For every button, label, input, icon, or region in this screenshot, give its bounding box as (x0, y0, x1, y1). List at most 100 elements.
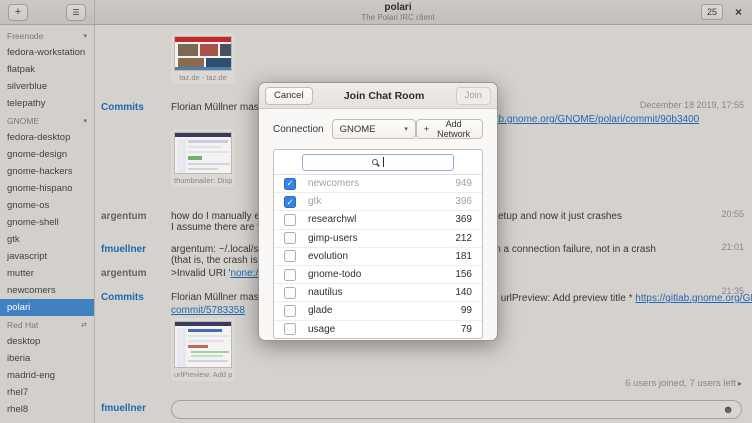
room-row-usage[interactable]: ✓ usage 79 (274, 321, 482, 339)
sidebar-item-gnome-design[interactable]: gnome-design (0, 146, 94, 163)
join-chat-room-dialog: Cancel Join Chat Room Join Connection GN… (258, 82, 498, 341)
message-input[interactable]: ☻ (171, 400, 742, 419)
link-preview-card[interactable]: taz.de - taz.de (171, 33, 235, 84)
room-checkbox[interactable]: ✓ (284, 305, 296, 317)
connection-row: Connection GNOME ▾ + Add Network (273, 119, 483, 139)
room-row-gtk[interactable]: ✓ gtk 396 (274, 193, 482, 211)
sidebar-item-desktop[interactable]: desktop (0, 333, 94, 350)
sidebar-item-fedora-desktop[interactable]: fedora-desktop (0, 129, 94, 146)
room-user-count: 79 (461, 324, 472, 335)
room-checkbox[interactable]: ✓ (284, 178, 296, 190)
sidebar-item-fedora-workstation[interactable]: fedora-workstation (0, 44, 94, 61)
user-count-button[interactable]: 25 (701, 4, 723, 20)
headerbar-left: + ☰ (0, 0, 95, 24)
sidebar-section-gnome[interactable]: GNOME ▾ (0, 112, 94, 129)
room-name: gnome-todo (308, 269, 455, 280)
connection-label: Connection (273, 124, 324, 135)
emoji-icon[interactable]: ☻ (722, 404, 734, 416)
section-label: Red Hat (7, 320, 38, 330)
gitlab-thumbnail-image (174, 321, 232, 368)
room-user-count: 181 (455, 251, 472, 262)
window-subtitle: The Polari IRC client (95, 14, 701, 22)
sidebar-item-madrid-eng[interactable]: madrid-eng (0, 367, 94, 384)
room-checkbox[interactable]: ✓ (284, 323, 296, 335)
link-preview-card[interactable]: thumbnailer: Dispo… (171, 129, 235, 187)
section-label: Freenode (7, 31, 43, 41)
message-nick[interactable]: Commits (101, 102, 167, 113)
message-nick[interactable]: argentum (101, 211, 167, 222)
join-button[interactable]: Join (456, 87, 491, 105)
sidebar-item-silverblue[interactable]: silverblue (0, 78, 94, 95)
chevron-down-icon[interactable]: ▾ (83, 32, 87, 40)
sidebar-item-rhel8[interactable]: rhel8 (0, 401, 94, 418)
chevron-down-icon[interactable]: ▾ (83, 117, 87, 125)
room-sidebar: Freenode ▾ fedora-workstation flatpak si… (0, 25, 95, 423)
chevron-down-icon: ▾ (404, 125, 408, 133)
add-room-button[interactable]: + (8, 4, 28, 21)
room-checkbox[interactable]: ✓ (284, 196, 296, 208)
message-text-prefix: >Invalid URI ' (171, 268, 230, 279)
sidebar-item-gnome-hackers[interactable]: gnome-hackers (0, 163, 94, 180)
sidebar-item-polari[interactable]: polari (0, 299, 94, 316)
commit-link[interactable]: commit/5783358 (171, 305, 245, 316)
room-user-count: 156 (455, 269, 472, 280)
room-checkbox[interactable]: ✓ (284, 287, 296, 299)
room-row-gnome-todo[interactable]: ✓ gnome-todo 156 (274, 266, 482, 284)
own-nick-button[interactable]: fmuellner (101, 403, 146, 414)
room-list-frame: ✓ newcomers 949 ✓ gtk 396 ✓ researchwl 3… (273, 149, 483, 339)
sidebar-item-gnome-os[interactable]: gnome-os (0, 197, 94, 214)
message-timestamp: December 18 2019, 17:55 (640, 100, 744, 110)
sidebar-item-telepathy[interactable]: telepathy (0, 95, 94, 112)
search-input[interactable] (302, 154, 454, 171)
message-text-continued: in a connection failure, not in a crash (493, 244, 656, 255)
message-nick[interactable]: argentum (101, 268, 167, 279)
room-row-nautilus[interactable]: ✓ nautilus 140 (274, 284, 482, 302)
room-row-researchwl[interactable]: ✓ researchwl 369 (274, 211, 482, 229)
room-row-evolution[interactable]: ✓ evolution 181 (274, 248, 482, 266)
menu-button[interactable]: ☰ (66, 4, 86, 21)
sidebar-item-rhel7[interactable]: rhel7 (0, 384, 94, 401)
sidebar-item-iberia[interactable]: iberia (0, 350, 94, 367)
room-name: gtk (308, 196, 455, 207)
sidebar-item-gnome-hispano[interactable]: gnome-hispano (0, 180, 94, 197)
sidebar-item-gtk[interactable]: gtk (0, 231, 94, 248)
plus-icon: + (15, 6, 21, 18)
close-icon[interactable]: × (735, 5, 742, 19)
message-input-row: fmuellner ☻ (96, 398, 752, 422)
room-name: usage (308, 324, 461, 335)
cancel-button[interactable]: Cancel (265, 87, 313, 105)
sidebar-item-flatpak[interactable]: flatpak (0, 61, 94, 78)
commit-link[interactable]: ab.gnome.org/GNOME/polari/commit/90b3400 (493, 114, 699, 125)
network-status-icon: ⇄ (81, 321, 87, 329)
room-checkbox[interactable]: ✓ (284, 269, 296, 281)
room-user-count: 212 (455, 233, 472, 244)
room-row-newcomers[interactable]: ✓ newcomers 949 (274, 175, 482, 193)
sidebar-section-redhat[interactable]: Red Hat ⇄ (0, 316, 94, 333)
message-timestamp: 20:55 (721, 209, 744, 219)
room-user-count: 396 (455, 196, 472, 207)
expander-arrow-icon: ▸ (738, 379, 742, 388)
link-preview-caption: urlPreview: Add pr… (174, 370, 232, 379)
message-nick[interactable]: fmuellner (101, 244, 167, 255)
sidebar-item-javascript[interactable]: javascript (0, 248, 94, 265)
add-network-button[interactable]: + Add Network (416, 119, 483, 139)
room-checkbox[interactable]: ✓ (284, 250, 296, 262)
connection-dropdown[interactable]: GNOME ▾ (332, 119, 416, 139)
room-row-glade[interactable]: ✓ glade 99 (274, 302, 482, 320)
gitlab-link[interactable]: https://gitlab.gnome.org/GNOME/polari/- (635, 293, 752, 304)
check-icon: ✓ (286, 198, 293, 207)
room-row-gimp-users[interactable]: ✓ gimp-users 212 (274, 230, 482, 248)
room-user-count: 140 (455, 287, 472, 298)
message-nick[interactable]: Commits (101, 292, 167, 303)
hamburger-icon: ☰ (72, 8, 79, 17)
user-activity-status[interactable]: 6 users joined, 7 users left▸ (625, 378, 742, 389)
sidebar-item-mutter[interactable]: mutter (0, 265, 94, 282)
room-checkbox[interactable]: ✓ (284, 232, 296, 244)
sidebar-item-newcomers[interactable]: newcomers (0, 282, 94, 299)
sidebar-section-freenode[interactable]: Freenode ▾ (0, 27, 94, 44)
room-checkbox[interactable]: ✓ (284, 214, 296, 226)
room-name: evolution (308, 251, 455, 262)
link-preview-card[interactable]: urlPreview: Add pr… (171, 318, 235, 381)
window-title-block: polari The Polari IRC client (95, 2, 701, 22)
sidebar-item-gnome-shell[interactable]: gnome-shell (0, 214, 94, 231)
